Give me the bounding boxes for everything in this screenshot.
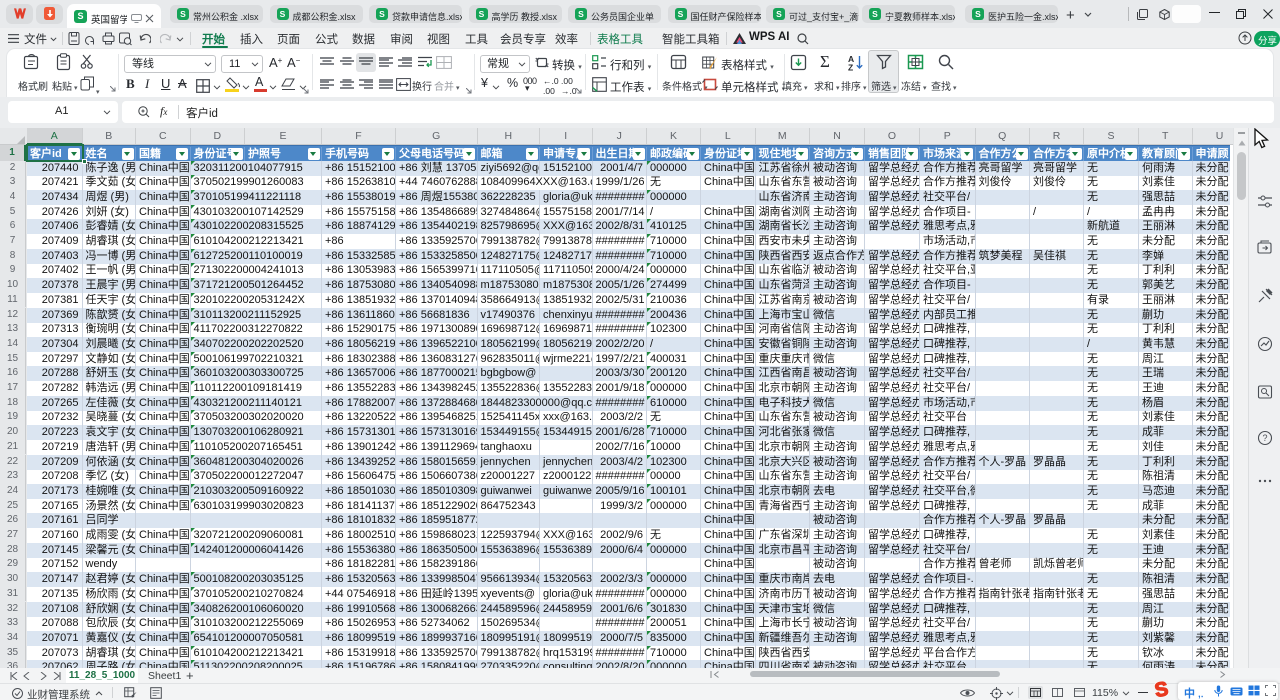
svg-text:?: ? [1263,433,1268,443]
svg-text:Z: Z [848,63,853,72]
